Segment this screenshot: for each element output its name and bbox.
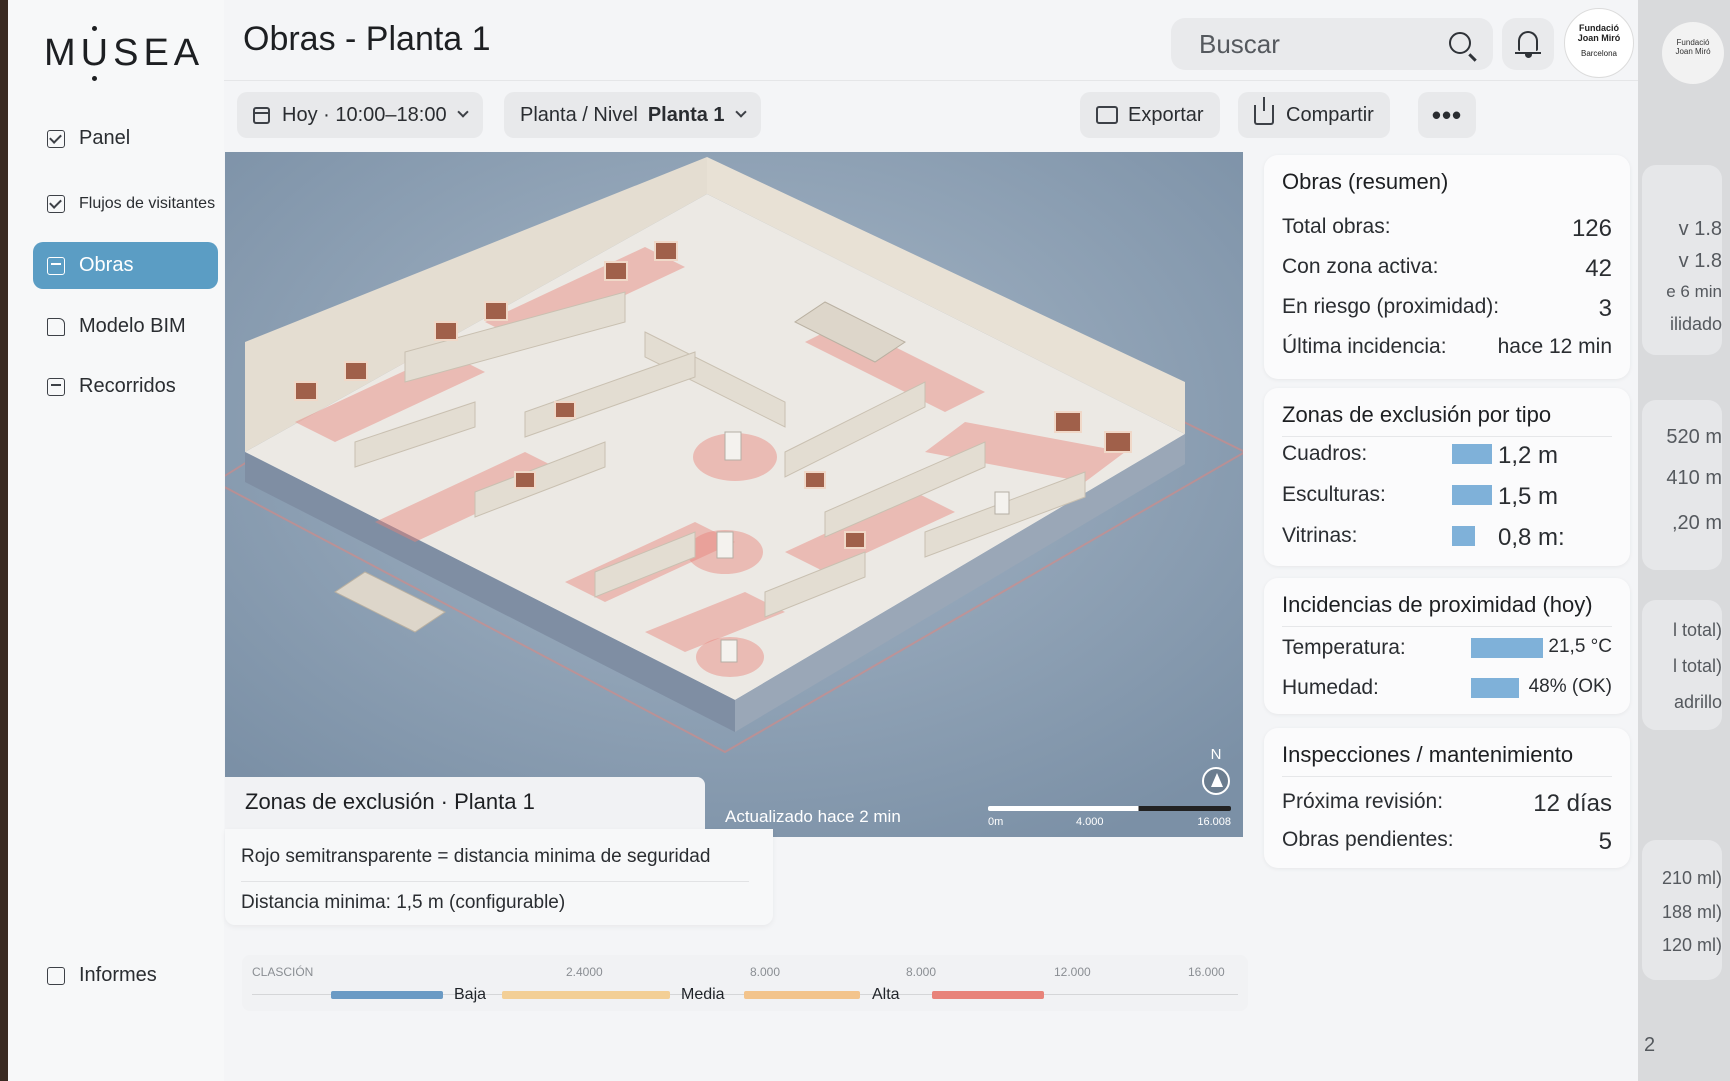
- square-icon: [47, 966, 65, 985]
- sidebar-item-informes[interactable]: Informes: [33, 952, 218, 999]
- check-square-icon: [47, 194, 65, 213]
- sidebar-item-flujos[interactable]: Flujos de visitantes: [33, 180, 218, 227]
- share-icon: [1254, 97, 1274, 125]
- search-input[interactable]: Buscar: [1171, 18, 1493, 70]
- summary-card: Obras (resumen) Total obras: 126 Con zona…: [1264, 155, 1630, 379]
- exclusion-zones-card: Zonas de exclusión por tipo Cuadros: 1,2…: [1264, 388, 1630, 566]
- map-legend: Rojo semitransparente = distancia minima…: [225, 829, 773, 925]
- card-title: Inspecciones / mantenimiento: [1282, 742, 1574, 767]
- exclusion-bar: [1452, 526, 1475, 546]
- date-range-dropdown[interactable]: Hoy · 10:00–18:00: [237, 92, 483, 138]
- list-square-icon: [47, 256, 65, 275]
- range-segment-baja: [331, 991, 443, 999]
- range-tick: 16.000: [1188, 965, 1225, 979]
- list-square-icon: [47, 377, 65, 396]
- map-zone-title: Zonas de exclusión · Planta 1: [225, 777, 705, 829]
- north-compass[interactable]: N: [1200, 746, 1232, 795]
- sidebar-item-panel[interactable]: Panel: [33, 115, 218, 162]
- north-label: N: [1210, 746, 1222, 763]
- scale-label: 0m: [988, 816, 1004, 828]
- export-button[interactable]: Exportar: [1080, 92, 1220, 138]
- level-value: Planta 1: [647, 103, 725, 126]
- date-range-label: Hoy · 10:00–18:00: [282, 103, 447, 126]
- chevron-down-icon: [734, 106, 747, 118]
- more-options-button[interactable]: •••: [1418, 92, 1476, 138]
- document-icon: [47, 317, 65, 336]
- more-icon: •••: [1431, 99, 1463, 130]
- floor-plan-illustration: [225, 152, 1243, 837]
- sidebar-item-label: Flujos de visitantes: [79, 194, 216, 212]
- chevron-down-icon: [456, 106, 469, 118]
- range-segment-media-alta: [744, 991, 860, 999]
- sidebar: MUSEA Panel Flujos de visitantes Obras M…: [8, 0, 224, 1081]
- export-label: Exportar: [1128, 103, 1204, 126]
- scale-label: 4.000: [1076, 816, 1104, 828]
- check-square-icon: [47, 129, 65, 148]
- summary-row: En riesgo (proximidad): 3: [1282, 295, 1612, 322]
- header-divider: [224, 80, 1638, 81]
- map-updated-timestamp: Actualizado hace 2 min: [725, 807, 901, 826]
- bell-icon: [1515, 31, 1541, 55]
- maintenance-card: Inspecciones / mantenimiento Próxima rev…: [1264, 728, 1630, 868]
- scale-label: 16.008: [1197, 816, 1231, 828]
- organization-logo[interactable]: Fundació Joan Miró Barcelona: [1564, 8, 1634, 78]
- page-title: Obras - Planta 1: [243, 20, 491, 58]
- sidebar-item-label: Modelo BIM: [79, 315, 186, 337]
- level-dropdown[interactable]: Planta / Nivel Planta 1: [504, 92, 761, 138]
- sidebar-item-label: Informes: [79, 964, 157, 986]
- maintenance-row: Próxima revisión: 12 días: [1282, 790, 1612, 817]
- card-title: Incidencias de proximidad (hoy): [1282, 592, 1593, 617]
- card-title: Zonas de exclusión por tipo: [1282, 402, 1552, 427]
- search-placeholder: Buscar: [1199, 28, 1280, 59]
- maintenance-row: Obras pendientes: 5: [1282, 828, 1612, 855]
- export-icon: [1096, 106, 1118, 124]
- proximity-bar: [1471, 678, 1519, 698]
- sidebar-item-label: Panel: [79, 127, 131, 149]
- exclusion-row: Esculturas: 1,5 m: [1282, 483, 1559, 510]
- range-tick: 2.4000: [566, 965, 603, 979]
- proximity-row: Temperatura: 21,5 °C: [1282, 636, 1612, 659]
- proximity-incidents-card: Incidencias de proximidad (hoy) Temperat…: [1264, 578, 1630, 714]
- exclusion-row: Cuadros: 1,2 m: [1282, 442, 1559, 469]
- share-button[interactable]: Compartir: [1238, 92, 1390, 138]
- calendar-icon: [253, 106, 270, 124]
- search-icon[interactable]: [1449, 32, 1471, 54]
- range-segment-alta: [932, 991, 1044, 999]
- notifications-button[interactable]: [1502, 18, 1554, 70]
- card-title: Obras (resumen): [1282, 169, 1449, 194]
- background-logo: Fundació Joan Miró: [1662, 22, 1724, 84]
- proximity-bar: [1471, 638, 1543, 658]
- map-scale-bar: 0m 4.000 16.008: [988, 806, 1231, 828]
- range-label: Baja: [454, 986, 487, 1003]
- proximity-row: Humedad: 48% (OK): [1282, 676, 1612, 699]
- summary-row: Con zona activa: 42: [1282, 255, 1612, 282]
- range-label: Media: [681, 986, 725, 1003]
- range-label: Alta: [872, 986, 900, 1003]
- range-tick: 8.000: [750, 965, 781, 979]
- sidebar-item-label: Recorridos: [79, 375, 176, 397]
- sidebar-item-label: Obras: [79, 254, 134, 276]
- range-tick: 12.000: [1054, 965, 1091, 979]
- sidebar-item-obras[interactable]: Obras: [33, 242, 218, 289]
- background-window: Fundació Joan Miró v 1.8 v 1.8 e 6 min il…: [1638, 0, 1730, 1081]
- share-label: Compartir: [1286, 103, 1374, 126]
- level-label: Planta / Nivel: [520, 103, 638, 126]
- floor-plan-map[interactable]: [225, 152, 1243, 837]
- compass-arrow-icon: [1202, 767, 1230, 795]
- exclusion-row: Vitrinas: 0,8 m:: [1282, 524, 1565, 551]
- summary-row: Total obras: 126: [1282, 215, 1612, 242]
- legend-line: Rojo semitransparente = distancia minima…: [241, 846, 711, 867]
- range-title: CLASCIÓN: [252, 965, 314, 979]
- exclusion-bar: [1452, 444, 1492, 464]
- exclusion-bar: [1452, 485, 1492, 505]
- legend-line: Distancia minima: 1,5 m (configurable): [241, 892, 566, 913]
- summary-row: Última incidencia: hace 12 min: [1282, 335, 1612, 358]
- range-tick: 8.000: [906, 965, 937, 979]
- sidebar-item-recorridos[interactable]: Recorridos: [33, 363, 218, 410]
- app-logo[interactable]: MUSEA: [44, 26, 204, 81]
- range-segment-media: [502, 991, 670, 999]
- sidebar-item-modelo-bim[interactable]: Modelo BIM: [33, 303, 218, 350]
- classification-range-bar: CLASCIÓN 2.4000 8.000 8.000 12.000 16.00…: [242, 955, 1248, 1011]
- app-window: MUSEA Panel Flujos de visitantes Obras M…: [8, 0, 1638, 1081]
